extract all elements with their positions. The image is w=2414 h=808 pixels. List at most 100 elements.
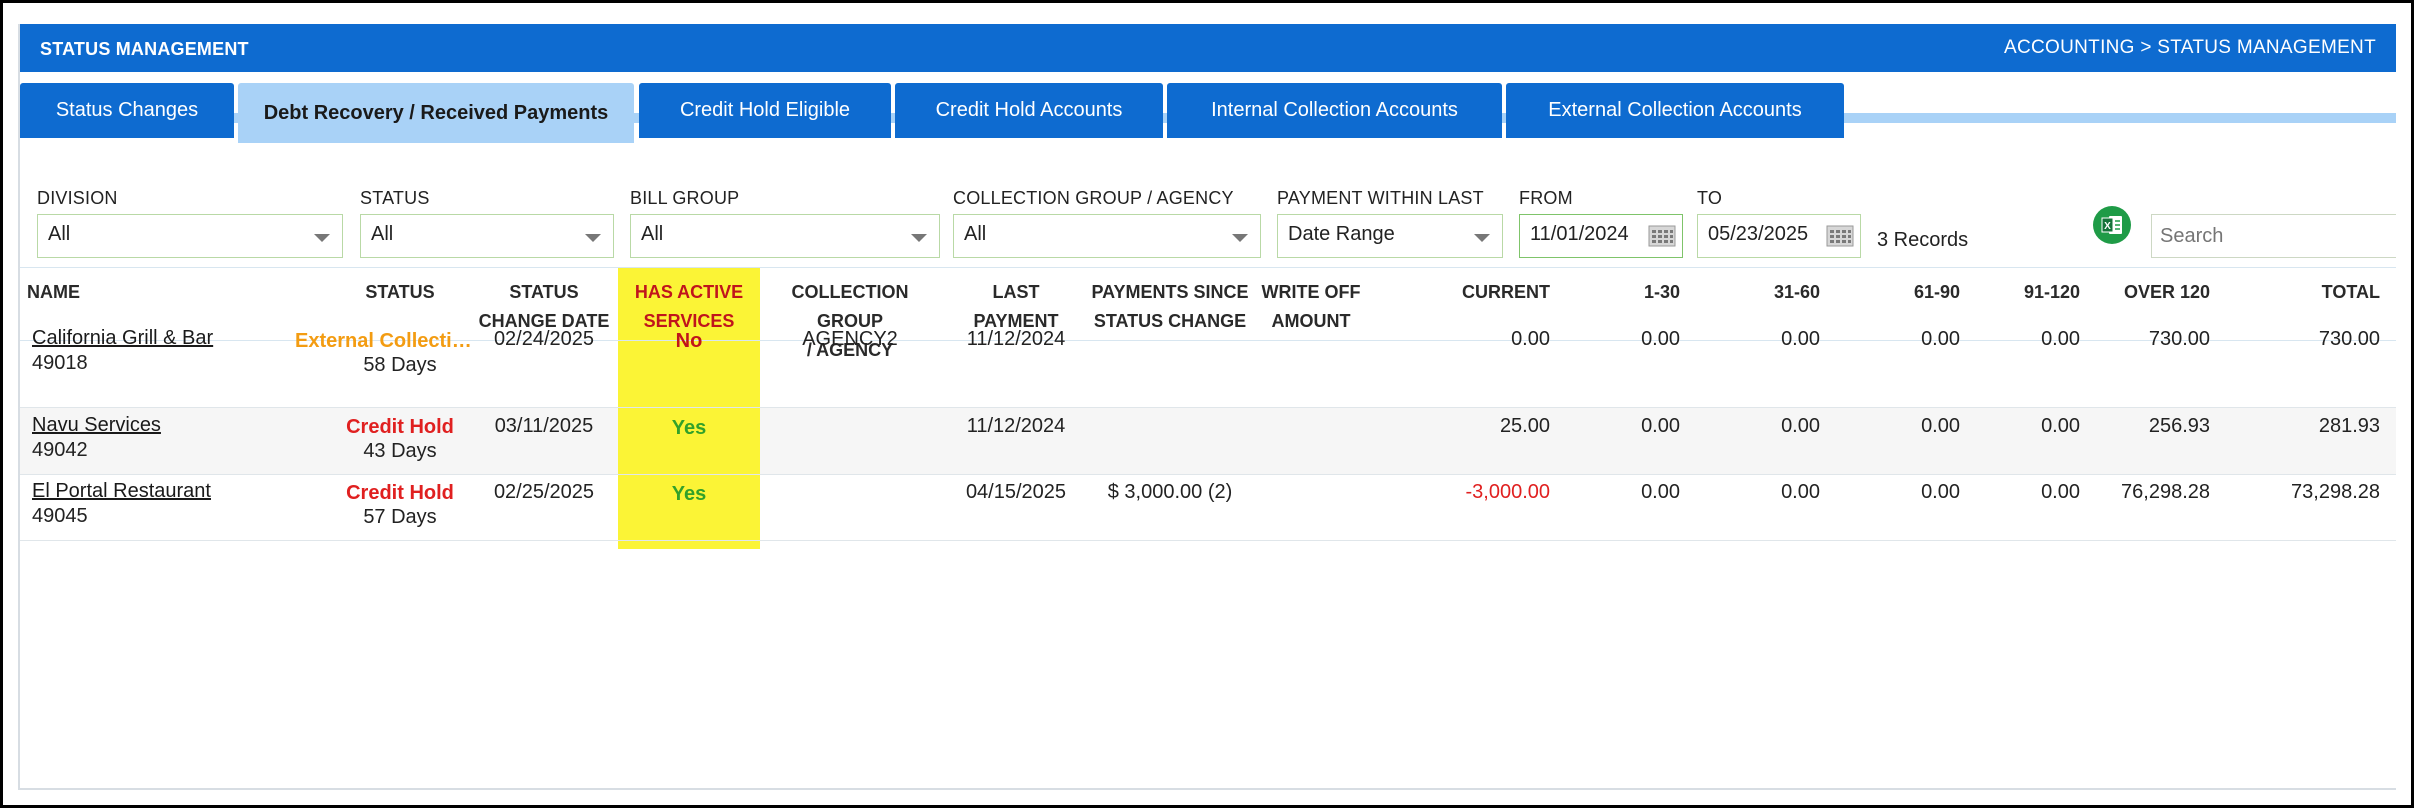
aging-91-120: 0.00 (2041, 328, 2080, 350)
aging-31-60: 0.00 (1781, 481, 1820, 503)
division-value: All (48, 223, 71, 245)
records-count: 3 Records (1877, 229, 1969, 251)
calendar-icon[interactable] (1648, 224, 1676, 248)
col-header-current[interactable]: CURRENT (1420, 278, 1550, 307)
aging-31-60: 0.00 (1781, 328, 1820, 350)
breadcrumb[interactable]: ACCOUNTING > STATUS MANAGEMENT (2004, 37, 2376, 59)
aging-over-120: 256.93 (2148, 415, 2210, 437)
current-amount: -3,000.00 (1465, 481, 1550, 503)
status-change-date: 02/25/2025 (493, 481, 595, 503)
aging-over-120: 730.00 (2148, 328, 2210, 350)
last-payment: 11/12/2024 (966, 415, 1066, 437)
col-header-has-active-line1: HAS ACTIVE (634, 282, 744, 302)
col-header-payments-since[interactable]: PAYMENTS SINCE STATUS CHANGE (1090, 278, 1250, 336)
status-select[interactable]: All (360, 214, 614, 258)
aging-1-30: 0.00 (1641, 415, 1680, 437)
division-label: DIVISION (37, 188, 118, 208)
col-header-write-off[interactable]: WRITE OFF AMOUNT (1256, 278, 1366, 336)
col-header-payments-since-line2: STATUS CHANGE (1093, 311, 1247, 331)
bill-group-label: BILL GROUP (630, 188, 740, 208)
current-amount: 25.00 (1499, 415, 1550, 437)
status-label: STATUS (360, 188, 430, 208)
excel-export-icon[interactable]: X (2093, 206, 2131, 244)
account-id: 49018 (32, 352, 88, 374)
col-header-status[interactable]: STATUS (340, 278, 460, 307)
col-header-1-30[interactable]: 1-30 (1580, 278, 1680, 307)
search-input[interactable] (2151, 214, 2396, 258)
payment-within-value: Date Range (1288, 223, 1395, 245)
last-payment: 11/12/2024 (966, 328, 1066, 350)
tab-external-collection[interactable]: External Collection Accounts (1506, 83, 1844, 138)
account-name-link[interactable]: California Grill & Bar (32, 327, 213, 350)
payment-within-label: PAYMENT WITHIN LAST (1277, 188, 1484, 208)
col-header-total[interactable]: TOTAL (2260, 278, 2380, 307)
collection-group-label: COLLECTION GROUP / AGENCY (953, 188, 1234, 208)
account-name-link[interactable]: El Portal Restaurant (32, 480, 211, 503)
total-amount: 730.00 (2318, 328, 2380, 350)
grid-top-border (20, 267, 2396, 268)
status-management-app: STATUS MANAGEMENT ACCOUNTING > STATUS MA… (18, 24, 2396, 790)
col-header-status-change-line1: STATUS (509, 282, 579, 302)
aging-61-90: 0.00 (1921, 415, 1960, 437)
aging-61-90: 0.00 (1921, 481, 1960, 503)
from-label: FROM (1519, 188, 1573, 208)
collection-group: AGENCY2 (802, 328, 898, 350)
col-header-name[interactable]: NAME (27, 278, 80, 307)
tab-debt-recovery[interactable]: Debt Recovery / Received Payments (238, 83, 634, 143)
aging-1-30: 0.00 (1641, 481, 1680, 503)
chevron-down-icon (314, 234, 330, 242)
division-select[interactable]: All (37, 214, 343, 258)
has-active-services: Yes (671, 483, 707, 505)
tab-credit-hold-accounts[interactable]: Credit Hold Accounts (895, 83, 1163, 138)
page-header: STATUS MANAGEMENT ACCOUNTING > STATUS MA… (20, 24, 2396, 72)
col-header-91-120[interactable]: 91-120 (1980, 278, 2080, 307)
collection-group-select[interactable]: All (953, 214, 1261, 258)
row-divider (20, 540, 2396, 541)
current-amount: 0.00 (1511, 328, 1550, 350)
status-change-date: 03/11/2025 (494, 415, 594, 437)
from-date-value: 11/01/2024 (1530, 223, 1629, 245)
status-days: 43 Days (363, 440, 437, 462)
row-divider (20, 474, 2396, 475)
col-header-61-90[interactable]: 61-90 (1860, 278, 1960, 307)
has-active-services: Yes (671, 417, 707, 439)
has-active-services: No (675, 330, 703, 352)
col-header-31-60[interactable]: 31-60 (1720, 278, 1820, 307)
payments-since: $ 3,000.00 (2) (1107, 481, 1233, 503)
payment-within-select[interactable]: Date Range (1277, 214, 1503, 258)
calendar-icon[interactable] (1826, 224, 1854, 248)
status-badge: Credit Hold (346, 482, 454, 504)
status-days: 58 Days (363, 354, 437, 376)
tab-credit-hold-eligible[interactable]: Credit Hold Eligible (639, 83, 891, 138)
tab-internal-collection[interactable]: Internal Collection Accounts (1167, 83, 1502, 138)
page-title: STATUS MANAGEMENT (40, 39, 249, 59)
chevron-down-icon (1232, 234, 1248, 242)
collection-group-value: All (964, 223, 987, 245)
aging-91-120: 0.00 (2041, 481, 2080, 503)
aging-1-30: 0.00 (1641, 328, 1680, 350)
col-header-write-off-line1: WRITE OFF (1261, 282, 1361, 302)
status-change-date: 02/24/2025 (493, 328, 595, 350)
last-payment: 04/15/2025 (965, 481, 1067, 503)
col-header-write-off-line2: AMOUNT (1271, 311, 1351, 331)
from-date-input[interactable]: 11/01/2024 (1519, 214, 1683, 258)
bill-group-value: All (641, 223, 664, 245)
total-amount: 281.93 (2318, 415, 2380, 437)
col-header-payments-since-line1: PAYMENTS SINCE (1091, 282, 1249, 302)
aging-91-120: 0.00 (2041, 415, 2080, 437)
chevron-down-icon (585, 234, 601, 242)
account-name-link[interactable]: Navu Services (32, 414, 161, 437)
col-header-over-120[interactable]: OVER 120 (2110, 278, 2210, 307)
status-value: All (371, 223, 394, 245)
aging-61-90: 0.00 (1921, 328, 1960, 350)
bill-group-select[interactable]: All (630, 214, 940, 258)
total-amount: 73,298.28 (2291, 481, 2380, 503)
col-header-has-active-services[interactable]: HAS ACTIVE SERVICES (618, 278, 760, 336)
tab-status-changes[interactable]: Status Changes (20, 83, 234, 138)
screenshot-frame: STATUS MANAGEMENT ACCOUNTING > STATUS MA… (0, 0, 2414, 808)
row-divider (20, 407, 2396, 408)
col-header-collection-group[interactable]: COLLECTION GROUP / AGENCY (760, 278, 940, 365)
chevron-down-icon (911, 234, 927, 242)
svg-text:X: X (2104, 221, 2111, 232)
to-date-input[interactable]: 05/23/2025 (1697, 214, 1861, 258)
